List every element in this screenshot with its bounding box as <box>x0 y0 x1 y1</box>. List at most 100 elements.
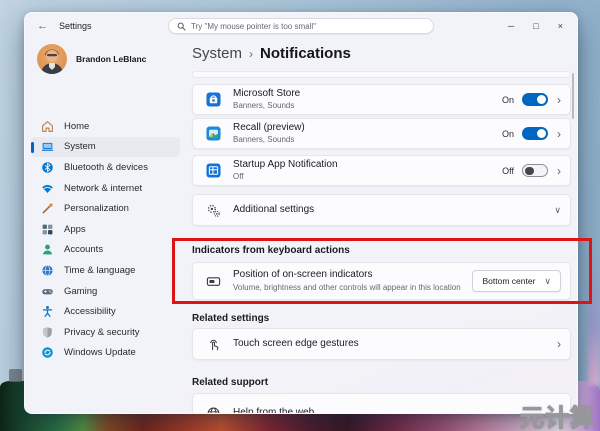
section-heading-related-settings: Related settings <box>192 313 269 324</box>
row-text: Microsoft Store Banners, Sounds <box>233 88 502 111</box>
row-subtitle: Banners, Sounds <box>233 135 502 145</box>
row-controls: › <box>548 338 561 350</box>
sidebar-item-label: Home <box>64 121 89 132</box>
sidebar-item-label: Gaming <box>64 286 97 297</box>
minimize-button[interactable]: ─ <box>508 22 514 31</box>
sidebar-item-label: Accessibility <box>64 306 116 317</box>
notification-row-microsoft-store[interactable]: Microsoft Store Banners, Sounds On › <box>192 84 571 115</box>
search-input[interactable] <box>191 22 425 31</box>
scrollbar-thumb[interactable] <box>572 73 574 119</box>
chevron-right-icon: › <box>557 338 561 350</box>
window-title: Settings <box>59 21 92 31</box>
notification-row-recall[interactable]: Recall (preview) Banners, Sounds On › <box>192 118 571 149</box>
sidebar-item-network-internet[interactable]: Network & internet <box>31 178 180 199</box>
settings-window: ← Settings ─ □ × <box>24 12 578 414</box>
sidebar-item-accounts[interactable]: Accounts <box>31 240 180 261</box>
sidebar-item-home[interactable]: Home <box>31 116 180 137</box>
avatar-photo <box>37 44 67 74</box>
row-title: Startup App Notification <box>233 159 502 171</box>
privacy-shield-icon <box>41 326 54 339</box>
breadcrumb-separator-icon: › <box>249 47 253 61</box>
row-text: Recall (preview) Banners, Sounds <box>233 122 502 145</box>
personalization-icon <box>41 202 54 215</box>
toggle-knob <box>537 95 546 104</box>
row-title: Microsoft Store <box>233 88 502 100</box>
row-text: Additional settings <box>233 204 554 216</box>
maximize-button[interactable]: □ <box>533 22 538 31</box>
additional-settings-gears-icon <box>206 203 221 218</box>
screenshot-root: ← Settings ─ □ × <box>0 0 600 431</box>
globe-icon <box>206 406 221 415</box>
watermark: 元计算 <box>520 398 595 431</box>
breadcrumb-system-link[interactable]: System <box>192 45 242 62</box>
toggle-state-label: On <box>502 129 514 139</box>
search-icon <box>177 22 186 31</box>
time-language-icon <box>41 264 54 277</box>
windows-update-icon <box>41 346 54 359</box>
startup-app-icon <box>206 163 221 178</box>
row-controls: ∨ <box>554 206 561 215</box>
highlight-annotation-box <box>172 238 592 304</box>
toggle-knob <box>525 167 534 176</box>
user-name: Brandon LeBlanc <box>76 54 146 64</box>
touch-gestures-row[interactable]: Touch screen edge gestures › <box>192 328 571 360</box>
sidebar-item-bluetooth-devices[interactable]: Bluetooth & devices <box>31 157 180 178</box>
close-button[interactable]: × <box>558 22 563 31</box>
wallpaper-object <box>9 369 22 382</box>
sidebar-item-windows-update[interactable]: Windows Update <box>31 343 180 364</box>
avatar <box>37 44 67 74</box>
row-text: Startup App Notification Off <box>233 159 502 182</box>
toggle-state-label: On <box>502 95 514 105</box>
microsoft-store-icon <box>206 92 221 107</box>
toggle-microsoft-store[interactable] <box>522 93 548 106</box>
row-controls: On › <box>502 127 561 140</box>
sidebar: Brandon LeBlanc Home System Bluetooth & … <box>25 39 188 413</box>
row-text: Touch screen edge gestures <box>233 338 548 350</box>
home-icon <box>41 120 54 133</box>
page-title: Notifications <box>260 45 351 62</box>
row-controls: On › <box>502 93 561 106</box>
back-button[interactable]: ← <box>37 21 48 32</box>
sidebar-nav: Home System Bluetooth & devices Network … <box>31 116 180 363</box>
row-title: Additional settings <box>233 204 554 216</box>
sidebar-item-accessibility[interactable]: Accessibility <box>31 301 180 322</box>
user-profile[interactable]: Brandon LeBlanc <box>37 44 146 74</box>
sidebar-item-gaming[interactable]: Gaming <box>31 281 180 302</box>
sidebar-item-system[interactable]: System <box>31 137 180 158</box>
titlebar: ← Settings ─ □ × <box>25 13 577 39</box>
section-heading-related-support: Related support <box>192 377 268 388</box>
sidebar-item-privacy-security[interactable]: Privacy & security <box>31 322 180 343</box>
search-box[interactable] <box>168 18 434 34</box>
sidebar-item-personalization[interactable]: Personalization <box>31 198 180 219</box>
bluetooth-icon <box>41 161 54 174</box>
row-text: Help from the web <box>233 407 561 414</box>
toggle-state-label: Off <box>502 166 514 176</box>
sidebar-item-apps[interactable]: Apps <box>31 219 180 240</box>
sidebar-item-time-language[interactable]: Time & language <box>31 260 180 281</box>
system-icon <box>41 140 54 153</box>
help-from-web-row[interactable]: Help from the web <box>192 393 571 414</box>
row-controls: Off › <box>502 164 561 177</box>
notification-row-startup-app[interactable]: Startup App Notification Off Off › <box>192 155 571 186</box>
recall-icon <box>206 126 221 141</box>
row-subtitle: Off <box>233 172 502 182</box>
sidebar-item-label: Privacy & security <box>64 327 140 338</box>
sidebar-item-label: System <box>64 141 96 152</box>
chevron-right-icon: › <box>557 94 561 106</box>
sidebar-item-label: Windows Update <box>64 347 136 358</box>
accessibility-icon <box>41 305 54 318</box>
apps-icon <box>41 223 54 236</box>
window-controls: ─ □ × <box>508 13 563 39</box>
content-pane: System › Notifications Microsoft Store B… <box>192 39 571 414</box>
row-title: Recall (preview) <box>233 122 502 134</box>
gaming-icon <box>41 285 54 298</box>
accounts-icon <box>41 243 54 256</box>
chevron-right-icon: › <box>557 165 561 177</box>
breadcrumb: System › Notifications <box>192 45 351 62</box>
toggle-recall[interactable] <box>522 127 548 140</box>
sidebar-item-label: Network & internet <box>64 183 142 194</box>
sidebar-item-label: Time & language <box>64 265 135 276</box>
additional-settings-row[interactable]: Additional settings ∨ <box>192 194 571 226</box>
toggle-startup-app[interactable] <box>522 164 548 177</box>
toggle-knob <box>537 129 546 138</box>
